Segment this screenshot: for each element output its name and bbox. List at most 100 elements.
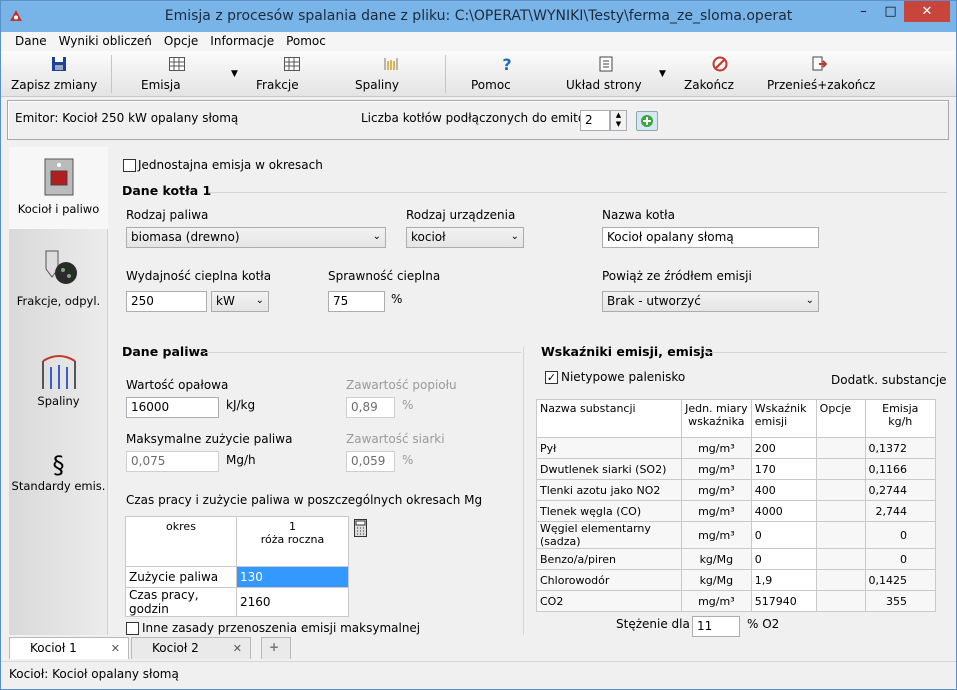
menu-opcje[interactable]: Opcje — [158, 32, 204, 51]
emisja-button[interactable]: Emisja — [141, 54, 213, 94]
device-type-label: Rodzaj urządzenia — [406, 208, 516, 222]
option-cell[interactable] — [815, 521, 866, 549]
factor-cell[interactable]: 517940 — [750, 590, 817, 612]
table-row: Benzo/a/piren kg/Mg 0 0 — [536, 548, 936, 570]
o2-label: Stężenie dla — [616, 617, 690, 631]
add-tab-button[interactable]: + — [261, 637, 291, 659]
close-button[interactable]: ✕ — [904, 1, 950, 22]
emitter-label: Emitor: Kocioł 250 kW opalany słomą — [15, 111, 239, 125]
frakcje-button[interactable]: Frakcje — [256, 54, 328, 94]
sulfur-unit: % — [402, 453, 414, 467]
unit-cell: mg/m³ — [680, 521, 752, 549]
option-cell[interactable] — [815, 548, 866, 570]
spaliny-button[interactable]: Spaliny — [355, 54, 427, 94]
calorific-unit: kJ/kg — [226, 398, 256, 412]
sidebar-label-frakcje: Frakcje, odpyl. — [16, 294, 101, 308]
sidebar-item-frakcje[interactable]: Frakcje, odpyl. — [9, 247, 108, 327]
factor-cell[interactable]: 0 — [750, 548, 817, 570]
toolbar-separator — [445, 55, 446, 93]
work-time-cell[interactable]: 2160 — [236, 587, 349, 617]
exit-icon — [712, 56, 728, 72]
ash-input[interactable]: 0,89 — [346, 397, 395, 418]
sidebar-item-spaliny[interactable]: Spaliny — [9, 351, 108, 421]
option-cell[interactable] — [815, 500, 866, 522]
o2-input[interactable]: 11 — [692, 616, 740, 637]
device-type-value: kocioł — [411, 230, 446, 244]
sidebar-item-kociol[interactable]: Kocioł i paliwo — [9, 147, 108, 229]
calorific-label: Wartość opałowa — [126, 378, 229, 392]
table-row: Dwutlenek siarki (SO2) mg/m³ 170 0,1166 — [536, 458, 936, 480]
calorific-input[interactable]: 16000 — [126, 397, 219, 418]
maximize-button[interactable]: □ — [877, 1, 904, 22]
unit-cell: kg/Mg — [680, 569, 752, 591]
table-row: Czas pracy, godzin 2160 — [125, 587, 349, 617]
option-cell[interactable] — [815, 479, 866, 501]
section-sign-icon: § — [52, 451, 65, 479]
atypical-checkbox[interactable]: ✓ — [545, 371, 558, 384]
factor-cell[interactable]: 200 — [750, 437, 817, 459]
boiler-name-input[interactable]: Kocioł opalany słomą — [602, 227, 819, 248]
factor-cell[interactable]: 4000 — [750, 500, 817, 522]
fuel-use-cell[interactable]: 130 — [236, 566, 349, 588]
unit-cell: kg/Mg — [680, 548, 752, 570]
heat-output-input[interactable]: 250 — [126, 291, 207, 312]
menu-dane[interactable]: Dane — [9, 32, 53, 51]
add-boiler-button[interactable] — [636, 111, 658, 131]
menu-wyniki[interactable]: Wyniki obliczeń — [53, 32, 158, 51]
exit-button[interactable]: Zakończ — [684, 54, 756, 94]
tab-kociol-1[interactable]: Kocioł 1 ✕ — [9, 637, 129, 659]
factor-cell[interactable]: 170 — [750, 458, 817, 480]
option-cell[interactable] — [815, 590, 866, 612]
col-header-options: Opcje — [815, 399, 866, 438]
table-row: Tlenki azotu jako NO2 mg/m³ 400 0,2744 — [536, 479, 936, 501]
extra-substances-button[interactable]: Dodatk. substancje — [831, 373, 947, 387]
link-source-select[interactable]: Brak - utworzyć ⌄ — [602, 291, 819, 312]
option-cell[interactable] — [815, 458, 866, 480]
option-cell[interactable] — [815, 569, 866, 591]
menu-informacje[interactable]: Informacje — [204, 32, 280, 51]
other-rules-checkbox[interactable] — [126, 622, 139, 635]
layout-dropdown-icon[interactable]: ▼ — [659, 69, 666, 79]
factor-cell[interactable]: 0 — [750, 521, 817, 549]
sidebar-item-standardy[interactable]: § Standardy emis. — [9, 451, 108, 501]
sidebar: Kocioł i paliwo Frakcje, odpyl. Spaliny … — [9, 147, 108, 635]
save-button[interactable]: Zapisz zmiany — [11, 54, 107, 94]
uniform-emission-checkbox[interactable] — [123, 159, 136, 172]
tab-kociol-2[interactable]: Kocioł 2 ✕ — [131, 637, 251, 659]
page-layout-button[interactable]: Układ strony — [566, 54, 646, 94]
period-header: okres — [125, 516, 237, 567]
menu-pomoc[interactable]: Pomoc — [280, 32, 332, 51]
boiler-count-spinner[interactable]: ▲ ▼ — [610, 110, 627, 131]
emitter-panel: Emitor: Kocioł 250 kW opalany słomą Licz… — [7, 100, 949, 140]
title-bar[interactable]: Emisja z procesów spalania dane z pliku:… — [1, 1, 956, 32]
sulfur-input[interactable]: 0,059 — [346, 451, 395, 472]
floppy-icon — [52, 57, 66, 71]
option-cell[interactable] — [815, 437, 866, 459]
chevron-down-icon: ⌄ — [255, 295, 264, 306]
row-label: Zużycie paliwa — [125, 566, 237, 588]
table-row: CO2 mg/m³ 517940 355 — [536, 590, 936, 612]
device-type-select[interactable]: kocioł ⌄ — [406, 227, 524, 248]
unit-cell: mg/m³ — [680, 479, 752, 501]
help-button[interactable]: ? Pomoc — [471, 54, 543, 94]
minimize-button[interactable]: – — [850, 1, 877, 22]
sulfur-label: Zawartość siarki — [346, 432, 445, 446]
move-exit-button[interactable]: Przenieś+zakończ — [767, 54, 875, 94]
emisja-dropdown-icon[interactable]: ▼ — [231, 69, 238, 79]
boiler-icon — [44, 158, 73, 196]
close-tab-icon[interactable]: ✕ — [233, 642, 242, 655]
emission-cell: 0,2744 — [864, 479, 936, 501]
factor-cell[interactable]: 400 — [750, 479, 817, 501]
max-use-input[interactable]: 0,075 — [126, 451, 219, 472]
efficiency-input[interactable]: 75 — [328, 291, 385, 312]
substance-name: Tlenek węgla (CO) — [536, 500, 682, 522]
boiler-count-input[interactable]: 2 — [580, 110, 610, 131]
heat-unit-select[interactable]: kW ⌄ — [211, 291, 269, 312]
tab-label: Kocioł 1 — [30, 641, 77, 655]
fuel-type-select[interactable]: biomasa (drewno) ⌄ — [126, 227, 386, 248]
factor-cell[interactable]: 1,9 — [750, 569, 817, 591]
calculator-button[interactable] — [354, 519, 367, 540]
heat-output-label: Wydajność cieplna kotła — [126, 269, 272, 283]
close-tab-icon[interactable]: ✕ — [111, 642, 120, 655]
chevron-down-icon: ⌄ — [510, 231, 519, 242]
